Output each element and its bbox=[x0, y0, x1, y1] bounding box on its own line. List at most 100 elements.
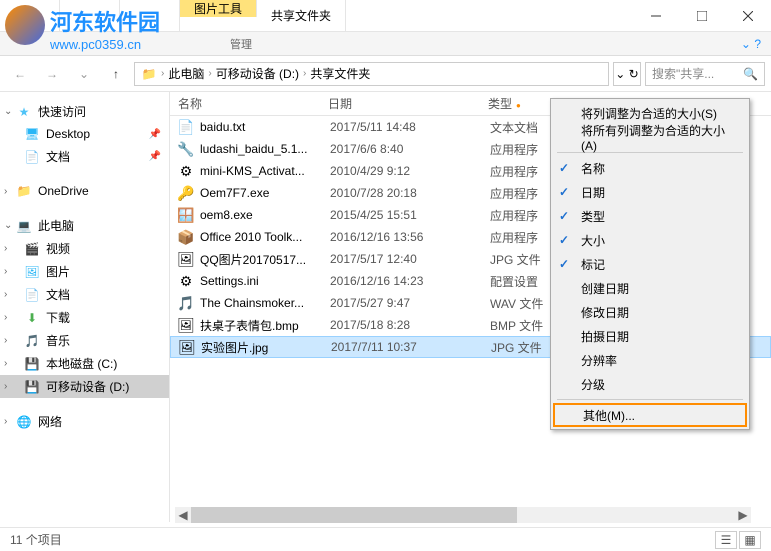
breadcrumb-root[interactable]: 此电脑 bbox=[168, 65, 204, 82]
menu-taken[interactable]: 拍摄日期 bbox=[553, 324, 747, 348]
refresh-dropdown[interactable]: ⌄ ↻ bbox=[613, 62, 641, 86]
chevron-right-icon[interactable]: › bbox=[4, 266, 7, 277]
scroll-thumb[interactable] bbox=[191, 507, 517, 523]
sidebar: ⌄ ★ 快速访问 🖥 Desktop 📌 📄 文档 📌 › 📁 OneDrive bbox=[0, 92, 170, 522]
folder-icon: 📁 bbox=[141, 66, 157, 82]
menu-rating[interactable]: 分级 bbox=[553, 372, 747, 396]
tab-home[interactable] bbox=[60, 0, 120, 31]
sidebar-desktop[interactable]: 🖥 Desktop 📌 bbox=[0, 123, 169, 145]
file-date: 2015/4/25 15:51 bbox=[330, 208, 490, 222]
column-date[interactable]: 日期 bbox=[320, 95, 480, 112]
menu-date[interactable]: ✓日期 bbox=[553, 180, 747, 204]
scroll-right-icon[interactable]: ▶ bbox=[735, 507, 751, 523]
file-icon: ⚙ bbox=[178, 273, 194, 289]
forward-button[interactable]: → bbox=[38, 62, 66, 86]
chevron-right-icon[interactable]: › bbox=[4, 312, 7, 323]
menu-separator bbox=[557, 399, 743, 400]
chevron-right-icon[interactable]: › bbox=[4, 416, 7, 427]
sidebar-documents[interactable]: 📄 文档 📌 bbox=[0, 145, 169, 168]
menu-fit-all[interactable]: 将所有列调整为合适的大小(A) bbox=[553, 125, 747, 149]
breadcrumb-folder[interactable]: 共享文件夹 bbox=[310, 65, 370, 82]
file-date: 2010/4/29 9:12 bbox=[330, 164, 490, 178]
file-name: ludashi_baidu_5.1... bbox=[200, 142, 330, 156]
check-icon: ✓ bbox=[559, 209, 569, 223]
chevron-icon: › bbox=[161, 68, 164, 79]
file-date: 2010/7/28 20:18 bbox=[330, 186, 490, 200]
file-name: mini-KMS_Activat... bbox=[200, 164, 330, 178]
file-icon: 🖼 bbox=[178, 317, 194, 333]
minimize-button[interactable] bbox=[633, 0, 679, 32]
view-details-button[interactable]: ☰ bbox=[715, 531, 737, 549]
removable-icon: 💾 bbox=[24, 379, 40, 395]
sidebar-localdisk[interactable]: › 💾 本地磁盘 (C:) bbox=[0, 352, 169, 375]
chevron-right-icon[interactable]: › bbox=[4, 358, 7, 369]
search-input[interactable]: 搜索"共享... 🔍 bbox=[645, 62, 765, 86]
column-name[interactable]: 名称 bbox=[170, 95, 320, 112]
menu-size[interactable]: ✓大小 bbox=[553, 228, 747, 252]
video-icon: 🎬 bbox=[24, 241, 40, 257]
item-count: 11 个项目 bbox=[10, 531, 62, 548]
tab-share[interactable] bbox=[120, 0, 180, 31]
tab-shared-folder: 共享文件夹 bbox=[257, 0, 346, 31]
chevron-right-icon[interactable]: › bbox=[4, 243, 7, 254]
file-date: 2017/5/17 12:40 bbox=[330, 252, 490, 266]
tab-picture-tools[interactable]: 图片工具 bbox=[180, 0, 257, 17]
recent-dropdown[interactable]: ⌄ bbox=[70, 62, 98, 86]
menu-tags[interactable]: ✓标记 bbox=[553, 252, 747, 276]
sidebar-pictures[interactable]: › 🖼 图片 bbox=[0, 260, 169, 283]
sidebar-video[interactable]: › 🎬 视频 bbox=[0, 237, 169, 260]
addressbar: ← → ⌄ ↑ 📁 › 此电脑 › 可移动设备 (D:) › 共享文件夹 ⌄ ↻… bbox=[0, 56, 771, 92]
up-button[interactable]: ↑ bbox=[102, 62, 130, 86]
chevron-down-icon[interactable]: ⌄ bbox=[4, 220, 12, 231]
horizontal-scrollbar[interactable]: ◀ ▶ bbox=[175, 507, 751, 523]
breadcrumb[interactable]: 📁 › 此电脑 › 可移动设备 (D:) › 共享文件夹 bbox=[134, 62, 609, 86]
file-icon: 📦 bbox=[178, 229, 194, 245]
scroll-left-icon[interactable]: ◀ bbox=[175, 507, 191, 523]
file-date: 2017/5/27 9:47 bbox=[330, 296, 490, 310]
titlebar: 图片工具 共享文件夹 bbox=[0, 0, 771, 32]
file-icon: 🖼 bbox=[179, 339, 195, 355]
close-button[interactable] bbox=[725, 0, 771, 32]
sidebar-downloads[interactable]: › ⬇ 下载 bbox=[0, 306, 169, 329]
file-icon: 🖼 bbox=[178, 251, 194, 267]
network-icon: 🌐 bbox=[16, 414, 32, 430]
tab-file[interactable] bbox=[0, 0, 60, 31]
sidebar-onedrive[interactable]: › 📁 OneDrive bbox=[0, 180, 169, 202]
ribbon-expand-icon[interactable]: ⌄ ? bbox=[731, 37, 771, 51]
menu-other[interactable]: 其他(M)... bbox=[553, 403, 747, 427]
maximize-button[interactable] bbox=[679, 0, 725, 32]
chevron-right-icon[interactable]: › bbox=[4, 335, 7, 346]
ribbon-manage[interactable]: 管理 bbox=[220, 36, 262, 52]
chevron-right-icon[interactable]: › bbox=[4, 289, 7, 300]
chevron-right-icon[interactable]: › bbox=[4, 381, 7, 392]
file-icon: ⚙ bbox=[178, 163, 194, 179]
menu-type[interactable]: ✓类型 bbox=[553, 204, 747, 228]
view-icons-button[interactable]: ▦ bbox=[739, 531, 761, 549]
check-icon: ✓ bbox=[559, 257, 569, 271]
chevron-icon: › bbox=[208, 68, 211, 79]
sidebar-music[interactable]: › 🎵 音乐 bbox=[0, 329, 169, 352]
menu-resolution[interactable]: 分辨率 bbox=[553, 348, 747, 372]
search-icon: 🔍 bbox=[743, 67, 758, 81]
sidebar-removable[interactable]: › 💾 可移动设备 (D:) bbox=[0, 375, 169, 398]
chevron-right-icon[interactable]: › bbox=[4, 186, 7, 197]
file-name: Office 2010 Toolk... bbox=[200, 230, 330, 244]
sidebar-documents2[interactable]: › 📄 文档 bbox=[0, 283, 169, 306]
file-icon: 🔑 bbox=[178, 185, 194, 201]
chevron-down-icon[interactable]: ⌄ bbox=[4, 106, 12, 117]
back-button[interactable]: ← bbox=[6, 62, 34, 86]
star-icon: ★ bbox=[16, 104, 32, 120]
file-date: 2016/12/16 13:56 bbox=[330, 230, 490, 244]
file-name: oem8.exe bbox=[200, 208, 330, 222]
file-icon: 📄 bbox=[178, 119, 194, 135]
menu-name[interactable]: ✓名称 bbox=[553, 156, 747, 180]
sidebar-network[interactable]: › 🌐 网络 bbox=[0, 410, 169, 433]
menu-created[interactable]: 创建日期 bbox=[553, 276, 747, 300]
sidebar-quick-access[interactable]: ⌄ ★ 快速访问 bbox=[0, 100, 169, 123]
desktop-icon: 🖥 bbox=[24, 126, 40, 142]
menu-modified[interactable]: 修改日期 bbox=[553, 300, 747, 324]
breadcrumb-drive[interactable]: 可移动设备 (D:) bbox=[216, 65, 299, 82]
search-placeholder: 搜索"共享... bbox=[652, 65, 714, 82]
chevron-icon: › bbox=[303, 68, 306, 79]
sidebar-thispc[interactable]: ⌄ 💻 此电脑 bbox=[0, 214, 169, 237]
